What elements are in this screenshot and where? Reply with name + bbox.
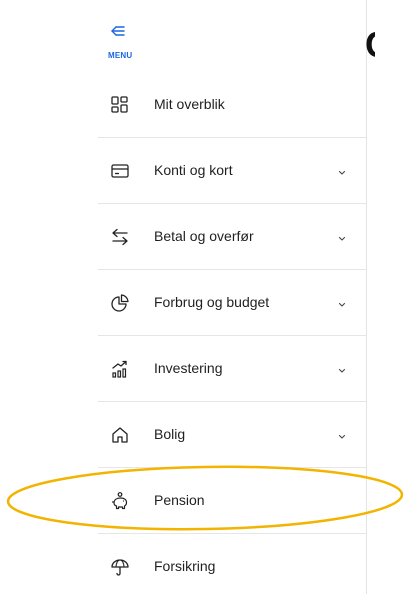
menu-toggle-button[interactable]: MENU <box>108 24 148 64</box>
nav-item-forsikring[interactable]: Forsikring <box>98 534 367 600</box>
nav-item-label: Konti og kort <box>154 162 233 178</box>
chevron-down-icon <box>337 363 347 373</box>
transfer-arrows-icon <box>110 227 130 247</box>
investment-chart-icon <box>110 359 130 379</box>
piggy-bank-icon <box>110 491 130 511</box>
page-title-glyph: C <box>365 22 375 68</box>
menu-label: MENU <box>108 51 133 60</box>
nav-item-bolig[interactable]: Bolig <box>98 402 367 468</box>
arrow-left-lines-icon <box>111 26 125 36</box>
house-icon <box>110 425 130 445</box>
nav-item-label: Pension <box>154 492 205 508</box>
chevron-down-icon <box>337 165 347 175</box>
nav-item-label: Bolig <box>154 426 186 442</box>
nav-item-label: Mit overblik <box>154 96 225 112</box>
nav-list: Mit overblik Konti og kort Betal og over… <box>98 72 367 600</box>
nav-item-mit-overblik[interactable]: Mit overblik <box>98 72 367 138</box>
credit-card-icon <box>110 161 130 181</box>
nav-item-betal-og-overfor[interactable]: Betal og overfør <box>98 204 367 270</box>
chevron-down-icon <box>337 231 347 241</box>
nav-item-label: Forbrug og budget <box>154 294 270 310</box>
nav-item-forbrug-og-budget[interactable]: Forbrug og budget <box>98 270 367 336</box>
pie-chart-icon <box>110 293 130 313</box>
nav-item-label: Forsikring <box>154 558 216 574</box>
nav-item-label: Investering <box>154 360 223 376</box>
nav-item-pension[interactable]: Pension <box>98 468 367 534</box>
dashboard-grid-icon <box>110 95 130 115</box>
umbrella-icon <box>110 557 130 577</box>
nav-item-label: Betal og overfør <box>154 228 254 244</box>
chevron-down-icon <box>337 297 347 307</box>
page-title-fragment: C <box>365 22 375 68</box>
nav-item-investering[interactable]: Investering <box>98 336 367 402</box>
nav-item-konti-og-kort[interactable]: Konti og kort <box>98 138 367 204</box>
chevron-down-icon <box>337 429 347 439</box>
